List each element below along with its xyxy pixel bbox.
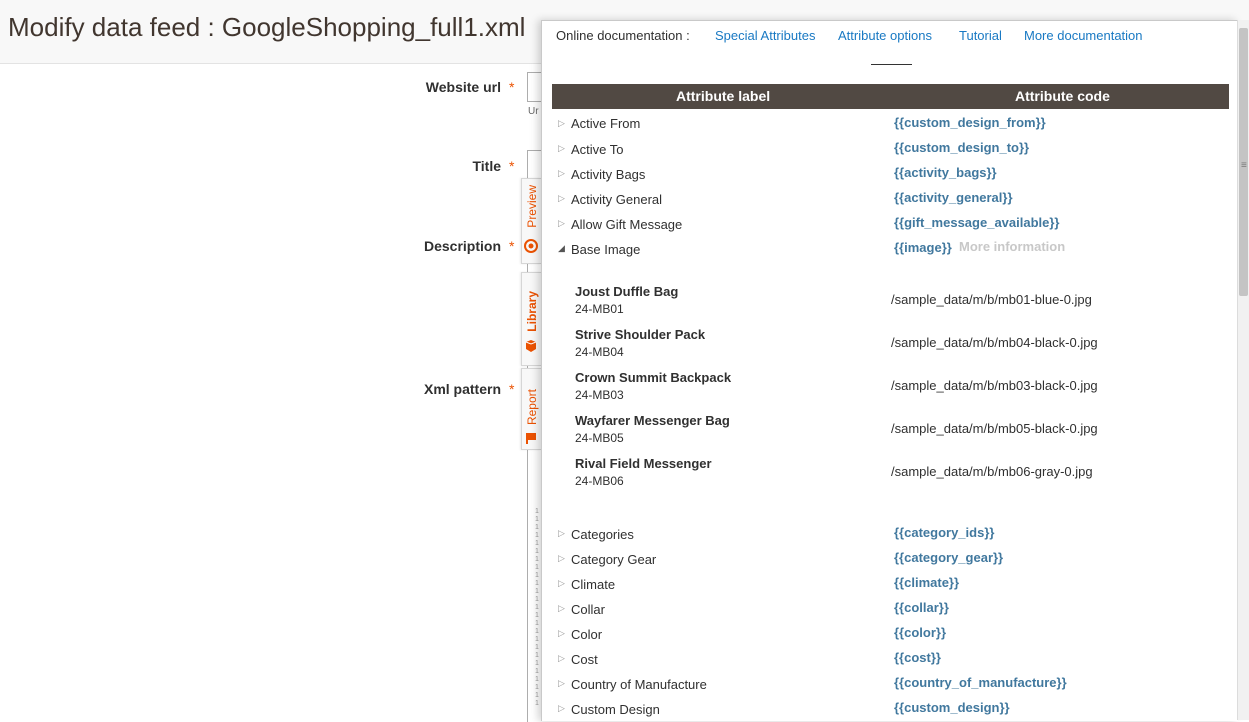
sample-product-sku: 24-MB04 — [575, 345, 624, 359]
attribute-code[interactable]: {{country_of_manufacture}} — [894, 675, 1067, 690]
sample-product-sku: 24-MB06 — [575, 474, 624, 488]
tab-library-label: Library — [525, 291, 539, 332]
link-special-attributes[interactable]: Special Attributes — [715, 28, 815, 43]
required-mark: * — [509, 238, 515, 254]
description-label: Description — [423, 238, 501, 254]
attribute-label: Country of Manufacture — [571, 677, 707, 692]
attribute-label: Collar — [571, 602, 605, 617]
attribute-code[interactable]: {{collar}} — [894, 600, 949, 615]
expand-arrow-icon[interactable]: ▷ — [558, 553, 565, 564]
sample-image-path: /sample_data/m/b/mb04-black-0.jpg — [891, 335, 1098, 350]
attribute-code[interactable]: {{color}} — [894, 625, 946, 640]
expand-arrow-icon[interactable]: ▷ — [558, 678, 565, 689]
expand-arrow-icon[interactable]: ▷ — [558, 118, 565, 129]
eye-icon — [524, 239, 538, 253]
link-tutorial[interactable]: Tutorial — [959, 28, 1002, 43]
link-more-documentation[interactable]: More documentation — [1024, 28, 1143, 43]
tab-library[interactable]: Library — [521, 272, 541, 366]
collapse-arrow-icon[interactable]: ◢ — [558, 243, 565, 254]
sample-image-path: /sample_data/m/b/mb03-black-0.jpg — [891, 378, 1098, 393]
attribute-code[interactable]: {{gift_message_available}} — [894, 215, 1059, 230]
expand-arrow-icon[interactable]: ▷ — [558, 193, 565, 204]
attribute-code[interactable]: {{activity_general}} — [894, 190, 1013, 205]
link-attribute-options[interactable]: Attribute options — [838, 28, 932, 43]
line-numbers: 1 1 1 1 1 1 1 1 1 1 1 1 1 1 1 1 1 1 1 1 … — [535, 508, 539, 707]
attribute-code[interactable]: {{activity_bags}} — [894, 165, 997, 180]
expand-arrow-icon[interactable]: ▷ — [558, 218, 565, 229]
xml-pattern-label: Xml pattern — [423, 381, 501, 397]
website-url-note: Ur — [528, 106, 539, 117]
expand-arrow-icon[interactable]: ▷ — [558, 628, 565, 639]
column-attribute-code: Attribute code — [1015, 88, 1110, 104]
attribute-code[interactable]: {{custom_design_from}} — [894, 115, 1046, 130]
scrollbar-thumb[interactable]: ≡ — [1239, 28, 1248, 296]
attribute-label: Base Image — [571, 242, 641, 257]
documentation-bar: Online documentation : Special Attribute… — [542, 21, 1238, 51]
attribute-label: Activity Bags — [571, 167, 646, 182]
attribute-label: Categories — [571, 527, 634, 542]
sample-image-path: /sample_data/m/b/mb01-blue-0.jpg — [891, 292, 1092, 307]
attribute-label: Climate — [571, 577, 616, 592]
attribute-code[interactable]: {{custom_design}} — [894, 700, 1010, 715]
page-title: Modify data feed : GoogleShopping_full1.… — [8, 12, 526, 42]
documentation-label: Online documentation : — [556, 28, 690, 43]
sample-product-sku: 24-MB03 — [575, 388, 624, 402]
tab-preview-label: Preview — [525, 185, 539, 228]
sample-product-name: Wayfarer Messenger Bag — [575, 413, 730, 428]
expand-arrow-icon[interactable]: ▷ — [558, 653, 565, 664]
attribute-code[interactable]: {{category_ids}} — [894, 525, 994, 540]
attribute-code[interactable]: {{category_gear}} — [894, 550, 1003, 565]
expand-arrow-icon[interactable]: ▷ — [558, 703, 565, 714]
attribute-label: Active To — [571, 142, 624, 157]
expand-arrow-icon[interactable]: ▷ — [558, 603, 565, 614]
active-tab-indicator — [871, 64, 912, 65]
attribute-code[interactable]: {{climate}} — [894, 575, 959, 590]
attribute-label: Active From — [571, 116, 641, 131]
sample-image-path: /sample_data/m/b/mb05-black-0.jpg — [891, 421, 1098, 436]
attribute-label: Category Gear — [571, 552, 657, 567]
library-icon — [525, 340, 537, 352]
attribute-label: Allow Gift Message — [571, 217, 683, 232]
attribute-label: Color — [571, 627, 603, 642]
sample-product-name: Joust Duffle Bag — [575, 284, 679, 299]
sample-product-sku: 24-MB05 — [575, 431, 624, 445]
tab-preview[interactable]: Preview — [521, 178, 541, 264]
required-mark: * — [509, 79, 515, 95]
expand-arrow-icon[interactable]: ▷ — [558, 578, 565, 589]
column-attribute-label: Attribute label — [676, 88, 771, 104]
required-mark: * — [509, 381, 515, 397]
sample-product-name: Rival Field Messenger — [575, 456, 712, 471]
attribute-label: Custom Design — [571, 702, 660, 717]
more-information-link[interactable]: More information — [959, 239, 1065, 254]
website-url-label: Website url — [425, 79, 501, 95]
grip-icon: ≡ — [1241, 160, 1247, 171]
attribute-code[interactable]: {{custom_design_to}} — [894, 140, 1029, 155]
attribute-code[interactable]: {{cost}} — [894, 650, 941, 665]
sample-product-sku: 24-MB01 — [575, 302, 624, 316]
sample-product-name: Strive Shoulder Pack — [575, 327, 706, 342]
title-label: Title — [472, 158, 501, 174]
expand-arrow-icon[interactable]: ▷ — [558, 143, 565, 154]
attribute-label: Activity General — [571, 192, 663, 207]
attribute-code[interactable]: {{image}} — [894, 240, 952, 255]
tab-report-label: Report — [525, 389, 539, 426]
sample-product-name: Crown Summit Backpack — [575, 370, 732, 385]
sample-image-path: /sample_data/m/b/mb06-gray-0.jpg — [891, 464, 1093, 479]
panel-scrollbar[interactable]: ≡ — [1237, 20, 1249, 720]
expand-arrow-icon[interactable]: ▷ — [558, 168, 565, 179]
attribute-table-header: Attribute label Attribute code — [552, 84, 1229, 109]
attribute-label: Cost — [571, 652, 598, 667]
flag-icon — [526, 433, 536, 444]
required-mark: * — [509, 158, 515, 174]
library-panel: Online documentation : Special Attribute… — [541, 20, 1238, 721]
tab-report[interactable]: Report — [521, 368, 541, 450]
expand-arrow-icon[interactable]: ▷ — [558, 528, 565, 539]
